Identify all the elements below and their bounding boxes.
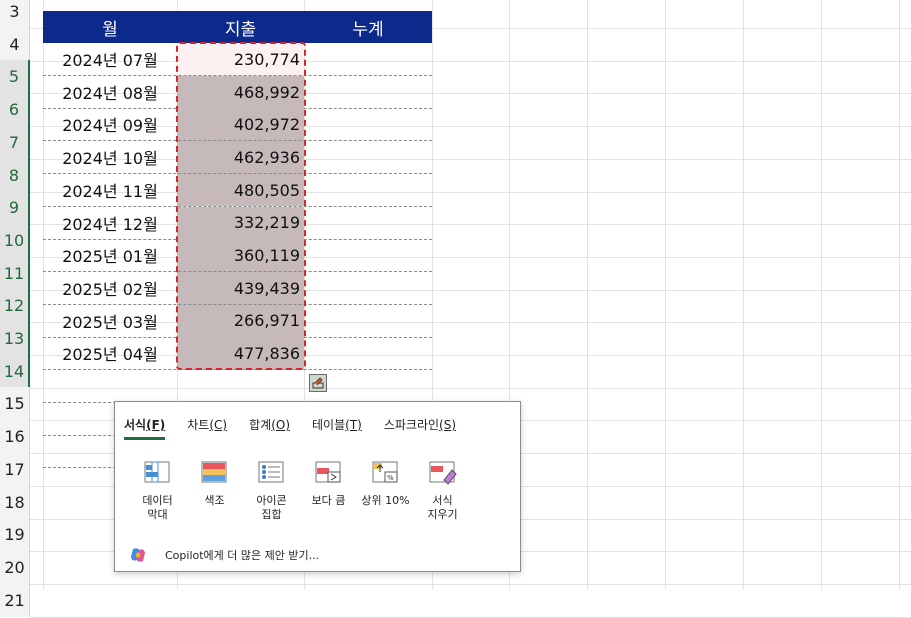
- row-header[interactable]: 17: [0, 453, 30, 486]
- row-header[interactable]: 15: [0, 387, 30, 420]
- row-header[interactable]: 4: [0, 28, 30, 61]
- row-header[interactable]: 13: [0, 322, 30, 355]
- row-header[interactable]: 14: [0, 355, 30, 388]
- quick-analysis-tabs: 서식(F) 차트(C) 합계(O) 테이블(T) 스파크라인(S): [124, 416, 478, 440]
- quick-analysis-tool-button[interactable]: 아이콘 집합: [243, 460, 300, 522]
- month-cell[interactable]: 2025년 03월: [43, 305, 177, 337]
- month-cell[interactable]: 2025년 04월: [43, 337, 177, 369]
- top-ten-icon: %: [372, 461, 397, 483]
- tool-label-line2: 집합: [261, 508, 282, 521]
- data-bar-icon: [144, 461, 169, 483]
- tab-label: 스파크라인: [383, 418, 440, 432]
- tool-label-line2: 막대: [147, 508, 168, 521]
- grid-line: [899, 0, 900, 589]
- month-cell[interactable]: 2025년 01월: [43, 239, 177, 271]
- month-cell[interactable]: 2024년 10월: [43, 141, 177, 173]
- row-line: [30, 584, 911, 585]
- month-cell[interactable]: 2024년 12월: [43, 207, 177, 239]
- greater-than-icon: [315, 461, 340, 483]
- row-header[interactable]: 5: [0, 60, 30, 93]
- row-header[interactable]: 11: [0, 257, 30, 290]
- row-header[interactable]: 18: [0, 486, 30, 519]
- tool-label-line1: 아이콘: [256, 494, 287, 507]
- grid-line: [821, 0, 822, 589]
- quick-analysis-tools: 데이터 막대 색조 아이콘 집합 보다 큼% 상위 10% 서식 지우기: [129, 460, 471, 522]
- tool-label-line1: 색조: [204, 494, 225, 507]
- quick-analysis-tab[interactable]: 스파크라인(S): [384, 416, 456, 433]
- tool-label-line2: 지우기: [427, 508, 458, 521]
- row-header[interactable]: 10: [0, 224, 30, 257]
- quick-analysis-tab[interactable]: 차트(C): [187, 416, 227, 433]
- quick-analysis-tool-button[interactable]: 보다 큼: [300, 460, 357, 522]
- tab-label: 합계: [249, 418, 272, 432]
- grid-line: [743, 0, 744, 589]
- row-line: [30, 388, 911, 389]
- color-scale-icon: [201, 461, 226, 483]
- svg-text:%: %: [387, 474, 394, 482]
- month-cell[interactable]: 2025년 02월: [43, 272, 177, 304]
- tab-shortcut: (O): [271, 418, 291, 432]
- row-header[interactable]: 9: [0, 191, 30, 224]
- quick-analysis-popup: 서식(F) 차트(C) 합계(O) 테이블(T) 스파크라인(S) 데이터 막대 색조 아이콘…: [114, 401, 521, 572]
- tab-shortcut: (F): [146, 418, 166, 432]
- tab-shortcut: (T): [345, 418, 362, 432]
- tool-label-line1: 데이터: [142, 494, 173, 507]
- quick-analysis-tool-button[interactable]: % 상위 10%: [357, 460, 414, 522]
- quick-analysis-tab[interactable]: 테이블(T): [312, 416, 362, 433]
- quick-analysis-tool-button[interactable]: 색조: [186, 460, 243, 522]
- quick-analysis-tab[interactable]: 서식(F): [124, 416, 166, 440]
- quick-analysis-tab[interactable]: 합계(O): [249, 416, 290, 433]
- month-cell[interactable]: 2024년 09월: [43, 108, 177, 140]
- row-header[interactable]: 7: [0, 126, 30, 159]
- tab-label: 테이블: [312, 418, 346, 432]
- quick-analysis-tool-button[interactable]: 데이터 막대: [129, 460, 186, 522]
- tab-label: 차트: [187, 418, 210, 432]
- quick-analysis-tool-button[interactable]: 서식 지우기: [414, 460, 471, 522]
- tool-label-line1: 보다 큼: [311, 494, 346, 507]
- selection-marquee: [176, 42, 306, 370]
- tool-label-line1: 서식: [432, 494, 453, 507]
- tool-label-line1: 상위 10%: [361, 494, 410, 507]
- copilot-label: Copilot에게 더 많은 제안 받기...: [165, 549, 320, 562]
- row-header[interactable]: 20: [0, 551, 30, 584]
- row-header[interactable]: 8: [0, 159, 30, 192]
- copilot-suggestions-link[interactable]: Copilot에게 더 많은 제안 받기...: [129, 546, 319, 564]
- month-cell[interactable]: 2024년 07월: [43, 43, 177, 75]
- grid-line: [587, 0, 588, 589]
- month-cell[interactable]: 2024년 08월: [43, 76, 177, 108]
- row-header[interactable]: 19: [0, 518, 30, 551]
- tab-label: 서식: [124, 418, 147, 432]
- month-cell[interactable]: 2024년 11월: [43, 174, 177, 206]
- copilot-icon: [131, 548, 145, 562]
- clear-format-icon: [429, 461, 457, 485]
- table-header: 월 지출 누계: [43, 11, 432, 43]
- tab-shortcut: (C): [209, 418, 228, 432]
- grid-line: [665, 0, 666, 589]
- row-header[interactable]: 3: [0, 0, 30, 28]
- row-header[interactable]: 12: [0, 289, 30, 322]
- tab-shortcut: (S): [439, 418, 457, 432]
- quick-analysis-icon: [312, 377, 324, 389]
- quick-analysis-button[interactable]: [309, 374, 327, 392]
- header-month[interactable]: 월: [43, 11, 177, 43]
- icon-set-icon: [258, 461, 283, 483]
- header-expense[interactable]: 지출: [177, 11, 304, 43]
- header-cumulative[interactable]: 누계: [304, 11, 432, 43]
- row-header[interactable]: 6: [0, 93, 30, 126]
- row-header[interactable]: 16: [0, 420, 30, 453]
